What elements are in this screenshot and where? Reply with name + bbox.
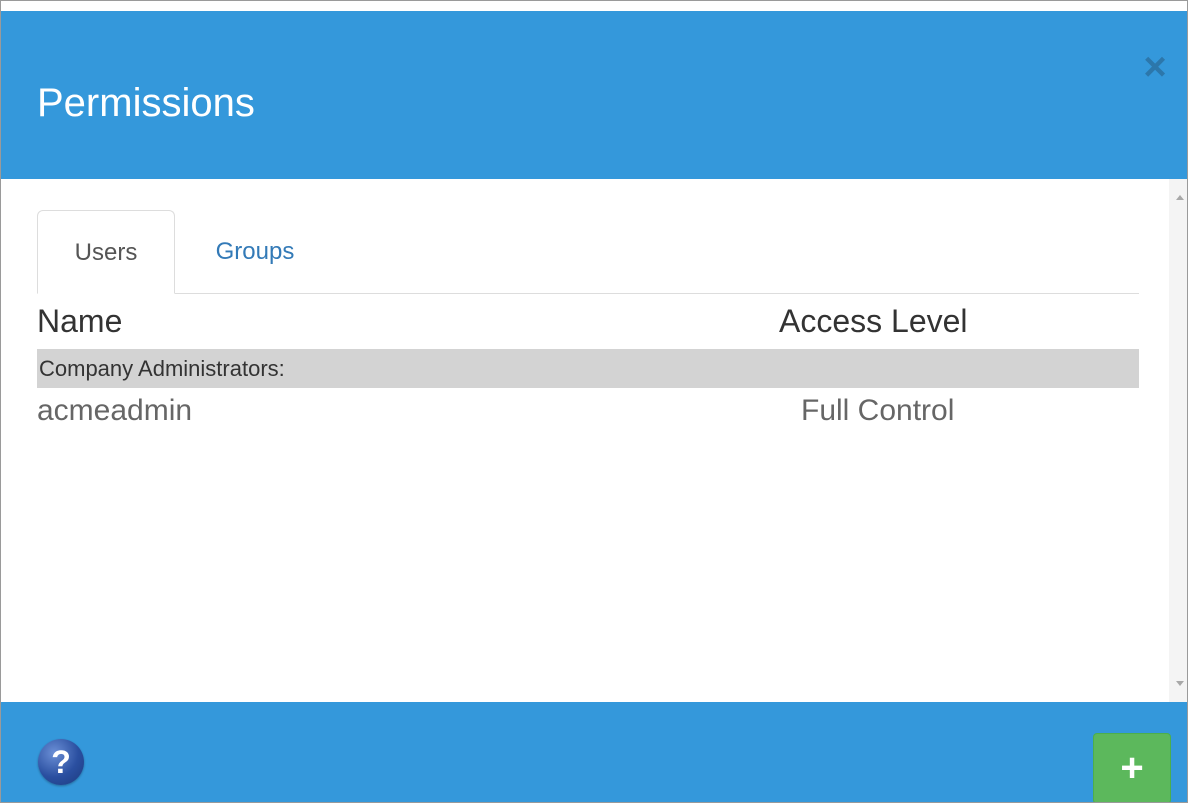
table-header: Name Access Level: [37, 299, 1139, 345]
tab-users[interactable]: Users: [37, 210, 175, 294]
tab-bar: Users Groups: [37, 210, 1139, 294]
permissions-dialog: Permissions × Users Groups Name Access L…: [0, 0, 1188, 803]
tab-groups[interactable]: Groups: [187, 210, 323, 293]
column-header-access-level: Access Level: [779, 303, 968, 339]
access-level-cell: Full Control: [801, 394, 955, 427]
close-icon[interactable]: ×: [1137, 47, 1173, 87]
dialog-title: Permissions: [37, 81, 255, 125]
user-name-cell: acmeadmin: [37, 394, 193, 427]
help-icon[interactable]: ?: [38, 739, 84, 785]
dialog-body: Users Groups Name Access Level Company A…: [1, 179, 1187, 702]
scroll-down-icon[interactable]: [1176, 681, 1184, 686]
scroll-up-icon[interactable]: [1176, 195, 1184, 200]
vertical-scrollbar[interactable]: [1169, 179, 1187, 702]
dialog-footer: ? +: [1, 702, 1187, 802]
dialog-header: Permissions ×: [1, 11, 1187, 179]
group-label: Company Administrators:: [39, 356, 285, 381]
add-button[interactable]: +: [1093, 733, 1171, 802]
table-row[interactable]: acmeadmin Full Control: [37, 392, 1139, 432]
column-header-name: Name: [37, 303, 123, 339]
group-header-row: Company Administrators:: [37, 349, 1139, 388]
